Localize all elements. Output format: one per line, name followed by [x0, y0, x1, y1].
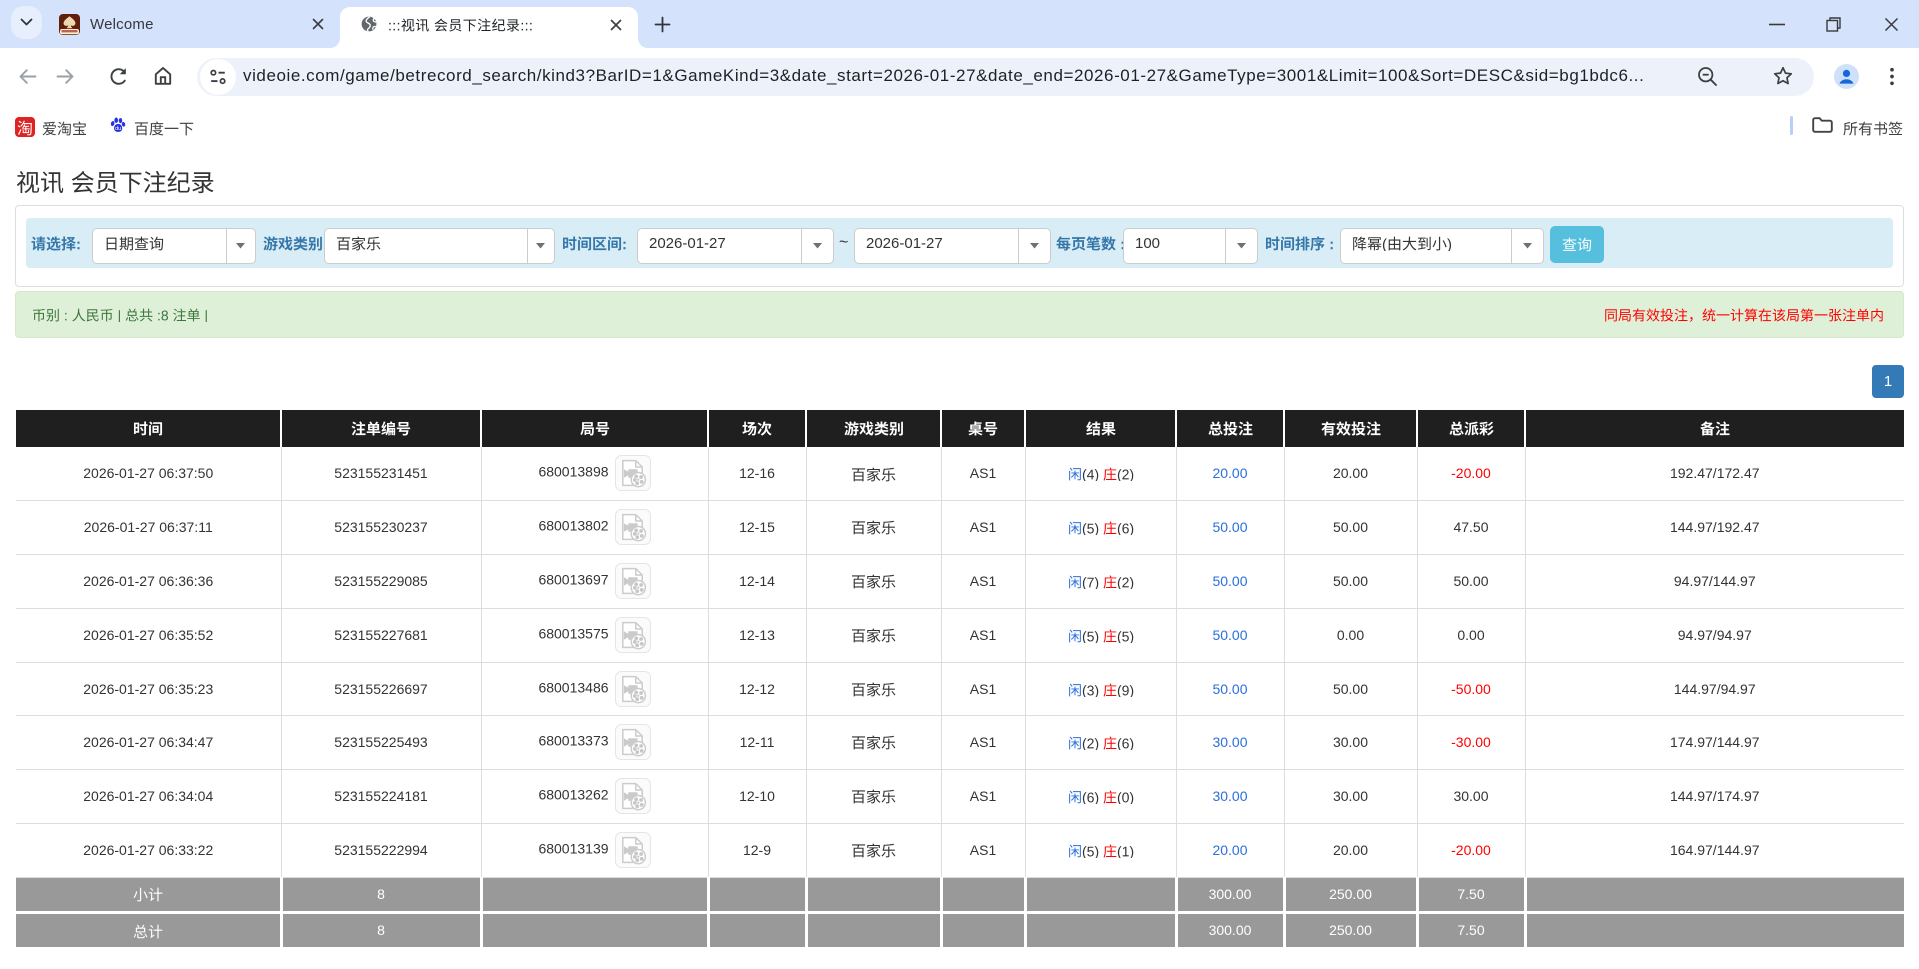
svg-text:du: du [115, 126, 121, 132]
